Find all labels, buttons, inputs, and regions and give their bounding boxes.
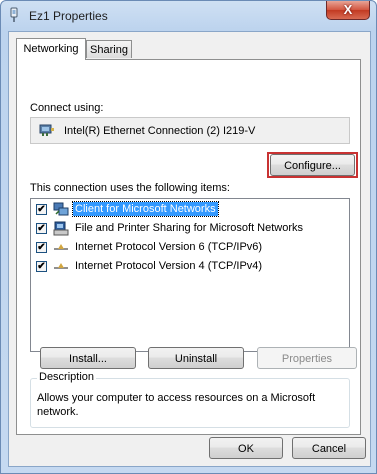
client-network-icon: [53, 202, 69, 216]
network-connection-icon: [10, 7, 18, 22]
protocol-icon: [54, 244, 68, 250]
configure-button[interactable]: Configure...: [270, 154, 355, 176]
item-label: Internet Protocol Version 6 (TCP/IPv6): [75, 241, 263, 253]
item-label: File and Printer Sharing for Microsoft N…: [75, 222, 304, 234]
install-button[interactable]: Install...: [40, 347, 136, 369]
ok-button[interactable]: OK: [209, 437, 283, 459]
adapter-name: Intel(R) Ethernet Connection (2) I219-V: [64, 125, 256, 137]
tab-sharing[interactable]: Sharing: [86, 40, 132, 58]
item-checkbox[interactable]: ✔: [36, 204, 47, 215]
list-item[interactable]: ✔ Internet Protocol Version 4 (TCP/IPv4): [31, 257, 349, 276]
dialog-client-area: Networking Sharing Connect using: Intel(…: [8, 31, 371, 467]
adapter-field: Intel(R) Ethernet Connection (2) I219-V: [30, 117, 350, 144]
item-label: Internet Protocol Version 4 (TCP/IPv4): [75, 260, 263, 272]
close-button[interactable]: X: [326, 1, 370, 20]
item-checkbox[interactable]: ✔: [36, 223, 47, 234]
list-item[interactable]: ✔ File and Printer Sharing for Microsoft…: [31, 219, 349, 238]
file-printer-sharing-icon: [53, 221, 69, 236]
items-label: This connection uses the following items…: [30, 182, 230, 194]
tab-label: Networking: [23, 43, 79, 55]
title-bar[interactable]: Ez1 Properties X: [1, 1, 376, 31]
description-title: Description: [37, 371, 97, 383]
networking-tab-panel: Connect using: Intel(R) Ethernet Connect…: [16, 59, 361, 435]
cancel-button[interactable]: Cancel: [292, 437, 366, 459]
connect-using-label: Connect using:: [30, 102, 104, 114]
protocol-icon: [54, 263, 68, 269]
window-title: Ez1 Properties: [29, 9, 108, 23]
tab-label: Sharing: [90, 44, 128, 56]
network-adapter-icon: [39, 124, 54, 136]
description-text-line2: network.: [37, 406, 79, 418]
item-checkbox[interactable]: ✔: [36, 261, 47, 272]
description-text-line1: Allows your computer to access resources…: [37, 392, 316, 404]
item-checkbox[interactable]: ✔: [36, 242, 47, 253]
tab-networking[interactable]: Networking: [16, 38, 86, 60]
connection-items-list[interactable]: ✔ Client for Microsoft Networks ✔ File a…: [30, 198, 350, 352]
close-icon: X: [343, 2, 353, 17]
description-groupbox: Allows your computer to access resources…: [30, 378, 350, 428]
list-item[interactable]: ✔ Client for Microsoft Networks: [31, 200, 349, 219]
list-item[interactable]: ✔ Internet Protocol Version 6 (TCP/IPv6): [31, 238, 349, 257]
properties-window: Ez1 Properties X Networking Sharing Conn…: [0, 0, 377, 474]
properties-button[interactable]: Properties: [257, 347, 357, 369]
item-label: Client for Microsoft Networks: [72, 201, 219, 217]
uninstall-button[interactable]: Uninstall: [148, 347, 244, 369]
